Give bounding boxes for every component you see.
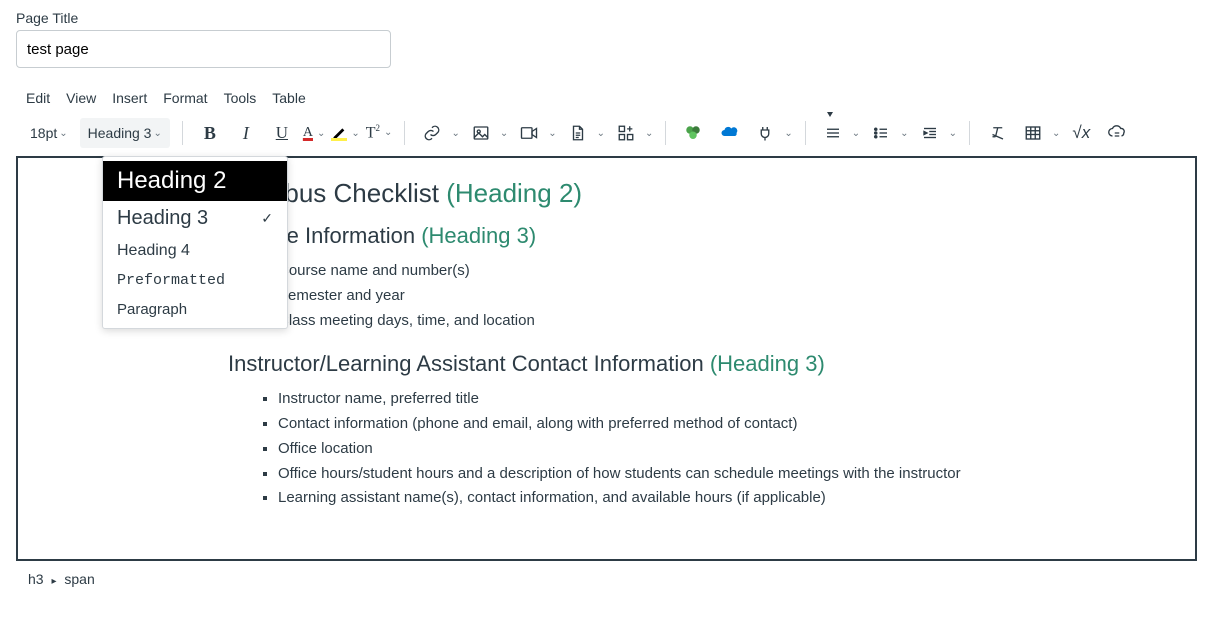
equation-button[interactable]: √x [1066, 118, 1096, 148]
block-format-value: Heading 3 [88, 125, 152, 141]
page-title-input[interactable] [16, 30, 391, 68]
path-crumb[interactable]: h3 [28, 571, 44, 587]
apps-icon [611, 118, 641, 148]
fontsize-select[interactable]: 18pt ⌄ [24, 118, 74, 148]
align-icon [818, 118, 848, 148]
dropdown-item-heading2[interactable]: Heading 2 [103, 161, 287, 201]
list-item[interactable]: Class meeting days, time, and location [278, 309, 1175, 334]
office365-button[interactable] [678, 118, 708, 148]
element-path-statusbar: h3 ▸ span [16, 561, 1197, 591]
toolbar: 18pt ⌄ Heading 3 ⌄ B I U A ⌄ ⌄ T2 ⌄ ⌄ ⌄ … [16, 116, 1197, 156]
chevron-down-icon: ⌄ [597, 128, 605, 139]
chevron-down-icon: ⌄ [852, 128, 860, 139]
caret-right-icon: ▸ [51, 576, 56, 587]
clear-formatting-button[interactable] [982, 118, 1012, 148]
menu-insert[interactable]: Insert [112, 90, 147, 106]
embed-button[interactable] [1102, 118, 1132, 148]
chevron-down-icon: ⌄ [548, 128, 556, 139]
block-format-dropdown: Heading 2 Heading 3 ✓ Heading 4 Preforma… [102, 156, 288, 329]
list-item[interactable]: Semester and year [278, 284, 1175, 309]
plugin-button[interactable]: ⌄ [750, 118, 792, 148]
chevron-down-icon: ⌄ [949, 128, 957, 139]
outdent-icon [915, 118, 945, 148]
chevron-down-icon: ⌄ [1052, 128, 1060, 139]
menu-edit[interactable]: Edit [26, 90, 50, 106]
align-indicator-icon [827, 112, 833, 117]
chevron-down-icon: ⌄ [500, 128, 508, 139]
bold-button[interactable]: B [195, 118, 225, 148]
superscript-button[interactable]: T2 ⌄ [366, 123, 393, 142]
check-icon: ✓ [261, 210, 273, 227]
italic-button[interactable]: I [231, 118, 261, 148]
bullet-list-button[interactable]: ⌄ [866, 118, 908, 148]
menubar: Edit View Insert Format Tools Table [16, 86, 1197, 116]
underline-button[interactable]: U [267, 118, 297, 148]
list-course-info[interactable]: Course name and number(s) Semester and y… [278, 259, 1175, 333]
menu-format[interactable]: Format [163, 90, 207, 106]
chevron-down-icon: ⌄ [900, 128, 908, 139]
link-button[interactable]: ⌄ [417, 118, 459, 148]
list-instructor[interactable]: Instructor name, preferred title Contact… [278, 387, 1175, 511]
list-item[interactable]: Instructor name, preferred title [278, 387, 1175, 412]
page-title-label: Page Title [16, 10, 1197, 26]
list-item[interactable]: Learning assistant name(s), contact info… [278, 486, 1175, 511]
chevron-down-icon: ⌄ [451, 128, 459, 139]
chevron-down-icon: ⌄ [317, 128, 325, 139]
dropdown-item-paragraph[interactable]: Paragraph [103, 295, 287, 324]
separator [404, 121, 405, 145]
separator [969, 121, 970, 145]
apps-button[interactable]: ⌄ [611, 118, 653, 148]
menu-tools[interactable]: Tools [224, 90, 257, 106]
dropdown-item-heading3[interactable]: Heading 3 ✓ [103, 201, 287, 236]
document-button[interactable]: ⌄ [563, 118, 605, 148]
chevron-down-icon: ⌄ [59, 128, 67, 139]
path-crumb[interactable]: span [64, 571, 94, 587]
list-item[interactable]: Office hours/student hours and a descrip… [278, 462, 1175, 487]
table-icon [1018, 118, 1048, 148]
align-button[interactable]: ⌄ [818, 118, 860, 148]
menu-view[interactable]: View [66, 90, 96, 106]
content-h2[interactable]: Syllabus Checklist (Heading 2) [228, 178, 1175, 209]
media-icon [514, 118, 544, 148]
chevron-down-icon: ⌄ [784, 128, 792, 139]
highlight-color-button[interactable]: ⌄ [331, 125, 359, 141]
menu-table[interactable]: Table [272, 90, 305, 106]
media-button[interactable]: ⌄ [514, 118, 556, 148]
image-button[interactable]: ⌄ [466, 118, 508, 148]
text-color-button[interactable]: A ⌄ [303, 125, 326, 141]
table-button[interactable]: ⌄ [1018, 118, 1060, 148]
list-item[interactable]: Office location [278, 437, 1175, 462]
content-h3-course-info[interactable]: Course Information (Heading 3) [228, 223, 1175, 249]
chevron-down-icon: ⌄ [351, 128, 359, 139]
onedrive-button[interactable] [714, 118, 744, 148]
chevron-down-icon: ⌄ [645, 128, 653, 139]
plug-icon [750, 118, 780, 148]
separator [805, 121, 806, 145]
document-icon [563, 118, 593, 148]
content-h3-instructor[interactable]: Instructor/Learning Assistant Contact In… [228, 351, 1175, 377]
dropdown-item-heading4[interactable]: Heading 4 [103, 236, 287, 266]
link-icon [417, 118, 447, 148]
chevron-down-icon: ⌄ [153, 128, 161, 139]
block-format-select[interactable]: Heading 3 ⌄ [80, 118, 170, 148]
separator [182, 121, 183, 145]
list-item[interactable]: Course name and number(s) [278, 259, 1175, 284]
bullet-list-icon [866, 118, 896, 148]
outdent-button[interactable]: ⌄ [915, 118, 957, 148]
highlighter-icon [331, 125, 347, 141]
chevron-down-icon: ⌄ [384, 127, 392, 138]
dropdown-item-preformatted[interactable]: Preformatted [103, 266, 287, 295]
list-item[interactable]: Contact information (phone and email, al… [278, 412, 1175, 437]
fontsize-value: 18pt [30, 125, 57, 141]
separator [665, 121, 666, 145]
image-icon [466, 118, 496, 148]
